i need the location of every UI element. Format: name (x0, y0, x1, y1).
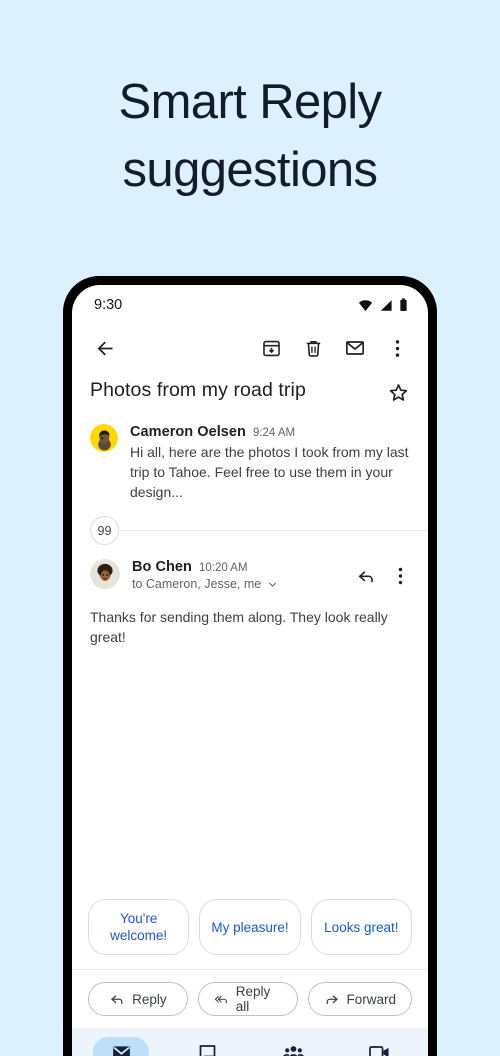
phone-frame: 9:30 Photos from my road trip Cameron Oe… (63, 276, 437, 1056)
nav-item-meet[interactable] (336, 1037, 422, 1056)
more-vert-icon (395, 339, 399, 357)
star-outline-icon (389, 383, 407, 401)
smart-reply-chips: You're welcome! My pleasure! Looks great… (72, 899, 428, 969)
nav-icon-wrap (265, 1037, 321, 1056)
forward-button-label: Forward (346, 991, 397, 1007)
message-header: Cameron Oelsen 9:24 AM (130, 424, 412, 440)
reply-all-button[interactable]: Reply all (197, 982, 298, 1016)
reply-arrow-icon (111, 995, 123, 1005)
archive-button[interactable] (254, 331, 288, 365)
page-root: Smart Reply suggestions 9:30 Photos from… (0, 0, 500, 1056)
smart-reply-chip-3[interactable]: Looks great! (310, 899, 412, 955)
message-snippet: Hi all, here are the photos I took from … (130, 444, 409, 500)
battery-icon (400, 298, 407, 311)
message-expanded-bochen: Bo Chen 10:20 AM to Cameron, Jesse, me (72, 547, 428, 591)
mail-filled-icon (112, 1045, 130, 1056)
trash-icon (306, 340, 320, 357)
reply-button[interactable]: Reply (88, 982, 188, 1016)
message-content: Cameron Oelsen 9:24 AM Hi all, here are … (130, 424, 412, 502)
bottom-navigation (72, 1028, 428, 1056)
video-camera-icon (368, 1045, 389, 1056)
status-icons (358, 298, 408, 312)
message-overflow-button[interactable] (386, 562, 414, 590)
smart-reply-chip-1[interactable]: You're welcome! (88, 899, 190, 955)
email-toolbar (72, 325, 428, 371)
envelope-icon (346, 341, 365, 355)
page-title: Smart Reply suggestions (0, 68, 500, 204)
collapsed-count-badge: 99 (90, 516, 119, 545)
delete-button[interactable] (296, 331, 330, 365)
headline-line-1: Smart Reply (118, 75, 383, 129)
nav-item-spaces[interactable] (250, 1037, 336, 1056)
star-button[interactable] (384, 378, 412, 406)
reply-arrow-icon (358, 571, 373, 583)
cellular-signal-icon (380, 299, 392, 311)
collapsed-divider (119, 530, 428, 531)
avatar (90, 559, 120, 589)
phone-screen: 9:30 Photos from my road trip Cameron Oe… (72, 285, 428, 1056)
subject-title: Photos from my road trip (90, 379, 306, 401)
subject-row: Photos from my road trip (72, 371, 428, 416)
avatar-cameron-icon (90, 424, 118, 452)
message-body: Thanks for sending them along. They look… (90, 609, 388, 645)
forward-button[interactable]: Forward (307, 982, 413, 1016)
reply-all-button-label: Reply all (235, 984, 271, 1014)
forward-arrow-icon (326, 995, 338, 1005)
sender-name: Cameron Oelsen (130, 424, 246, 440)
mark-unread-button[interactable] (338, 331, 372, 365)
back-arrow-icon (97, 341, 112, 355)
reply-button-label: Reply (132, 991, 167, 1007)
smart-reply-chip-2[interactable]: My pleasure! (199, 899, 301, 955)
people-group-icon (282, 1045, 304, 1056)
status-time: 9:30 (94, 297, 123, 313)
avatar (90, 424, 118, 452)
recipients-row[interactable]: to Cameron, Jesse, me (132, 577, 340, 591)
message-time: 9:24 AM (252, 427, 296, 439)
reply-all-arrow-icon (214, 995, 227, 1004)
message-header-block: Bo Chen 10:20 AM to Cameron, Jesse, me (132, 559, 340, 591)
message-time: 10:20 AM (198, 562, 248, 574)
collapsed-messages-row[interactable]: 99 (72, 502, 428, 547)
message-header: Bo Chen 10:20 AM (132, 559, 340, 575)
nav-icon-wrap (179, 1037, 235, 1056)
sender-name: Bo Chen (132, 559, 192, 575)
recipients-label: to Cameron, Jesse, me (132, 577, 262, 591)
overflow-menu-button[interactable] (380, 331, 414, 365)
headline-line-2: suggestions (122, 143, 379, 197)
back-button[interactable] (88, 331, 122, 365)
nav-active-pill (93, 1037, 149, 1056)
chat-bubble-icon (199, 1044, 215, 1056)
nav-item-chat[interactable] (164, 1037, 250, 1056)
wifi-icon (358, 299, 373, 311)
nav-item-mail[interactable] (78, 1037, 164, 1056)
message-reply-button[interactable] (352, 562, 380, 590)
archive-icon (262, 340, 280, 356)
message-actions (352, 561, 414, 591)
nav-icon-wrap (351, 1037, 407, 1056)
more-vert-icon (398, 567, 402, 585)
reply-action-bar: Reply Reply all Forward (72, 969, 428, 1028)
message-collapsed-cameron[interactable]: Cameron Oelsen 9:24 AM Hi all, here are … (72, 416, 428, 502)
avatar-bochen-icon (90, 559, 120, 589)
status-bar: 9:30 (72, 285, 428, 325)
chevron-down-icon (269, 582, 277, 587)
